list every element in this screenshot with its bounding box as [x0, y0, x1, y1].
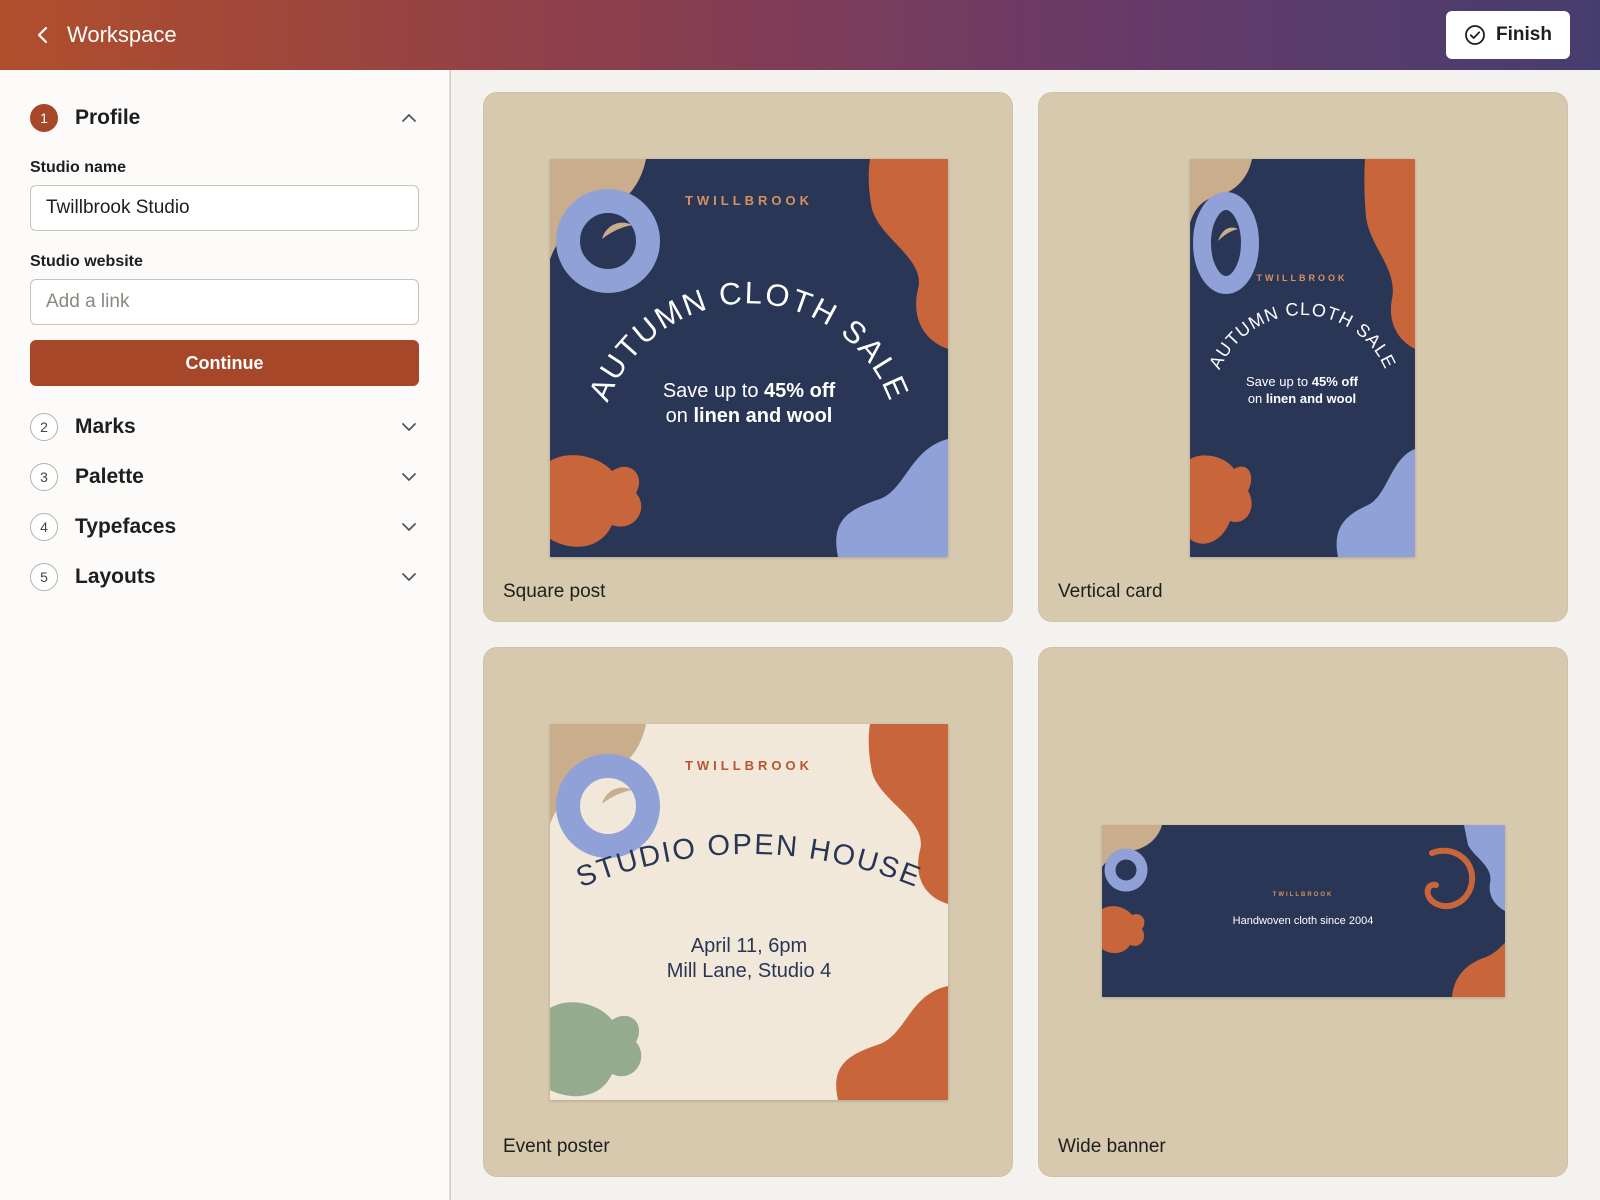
- step-label: Typefaces: [75, 515, 177, 538]
- brand-text: TWILLBROOK: [1257, 273, 1348, 283]
- card-label: Square post: [503, 581, 606, 602]
- step-number: 5: [30, 563, 58, 591]
- step-number: 2: [30, 413, 58, 441]
- event-poster-preview: TWILLBROOK STUDIO OPEN HOUSE April 11, 6…: [550, 724, 948, 1100]
- event-poster-artwork: TWILLBROOK STUDIO OPEN HOUSE April 11, 6…: [550, 724, 948, 1100]
- offer-line-2: on linen and wool: [1248, 391, 1356, 406]
- step-label: Palette: [75, 465, 144, 488]
- offer-line-1: Save up to 45% off: [663, 380, 836, 402]
- card-event-poster[interactable]: TWILLBROOK STUDIO OPEN HOUSE April 11, 6…: [483, 647, 1013, 1177]
- square-post-preview: TWILLBROOK AUTUMN CLOTH SALE Save up to …: [550, 159, 948, 557]
- step-number: 4: [30, 513, 58, 541]
- step-layouts[interactable]: 5 Layouts: [30, 562, 420, 592]
- step-palette[interactable]: 3 Palette: [30, 462, 420, 492]
- studio-name-label: Studio name: [30, 159, 127, 176]
- studio-website-label: Studio website: [30, 253, 143, 270]
- wide-banner-preview: TWILLBROOK Handwoven cloth since 2004: [1102, 825, 1505, 997]
- card-label: Vertical card: [1058, 581, 1163, 602]
- offer-line-2: on linen and wool: [666, 405, 833, 427]
- card-label: Wide banner: [1058, 1136, 1166, 1157]
- step-label: Layouts: [75, 565, 156, 588]
- setup-sidebar: 1 Profile Studio name Studio website Con…: [0, 70, 450, 1200]
- back-button[interactable]: [28, 20, 58, 50]
- wide-banner-artwork: TWILLBROOK Handwoven cloth since 2004: [1102, 825, 1505, 997]
- chevron-down-icon: [402, 573, 416, 581]
- studio-name-input[interactable]: [30, 185, 419, 231]
- card-wide-banner[interactable]: TWILLBROOK Handwoven cloth since 2004 Wi…: [1038, 647, 1568, 1177]
- continue-button[interactable]: Continue: [30, 340, 419, 386]
- vertical-card-artwork: TWILLBROOK AUTUMN CLOTH SALE Save up to …: [1190, 159, 1415, 557]
- vertical-card-preview: TWILLBROOK AUTUMN CLOTH SALE Save up to …: [1190, 159, 1415, 557]
- step-profile[interactable]: 1 Profile: [30, 103, 420, 133]
- workspace-title: Workspace: [67, 22, 177, 47]
- check-circle-icon: [1465, 25, 1485, 45]
- brand-text: TWILLBROOK: [685, 758, 813, 773]
- card-label: Event poster: [503, 1136, 610, 1157]
- chevron-up-icon: [402, 114, 416, 122]
- layout-gallery: TWILLBROOK AUTUMN CLOTH SALE Save up to …: [451, 70, 1600, 1200]
- step-label: Marks: [75, 415, 136, 438]
- step-typefaces[interactable]: 4 Typefaces: [30, 512, 420, 542]
- card-vertical-card[interactable]: TWILLBROOK AUTUMN CLOTH SALE Save up to …: [1038, 92, 1568, 622]
- event-date-text: April 11, 6pm: [691, 935, 807, 957]
- step-label: Profile: [75, 106, 141, 129]
- step-marks[interactable]: 2 Marks: [30, 412, 420, 442]
- offer-line-1: Save up to 45% off: [1246, 374, 1359, 389]
- brand-text: TWILLBROOK: [685, 193, 813, 208]
- chevron-down-icon: [402, 473, 416, 481]
- chevron-down-icon: [402, 423, 416, 431]
- tagline-text: Handwoven cloth since 2004: [1233, 915, 1374, 927]
- chevron-down-icon: [402, 523, 416, 531]
- finish-button[interactable]: Finish: [1446, 11, 1570, 59]
- studio-website-input[interactable]: [30, 279, 419, 325]
- square-post-artwork: TWILLBROOK AUTUMN CLOTH SALE Save up to …: [550, 159, 948, 557]
- event-location-text: Mill Lane, Studio 4: [667, 960, 832, 982]
- card-square-post[interactable]: TWILLBROOK AUTUMN CLOTH SALE Save up to …: [483, 92, 1013, 622]
- brand-text: TWILLBROOK: [1273, 892, 1334, 898]
- step-number: 3: [30, 463, 58, 491]
- chevron-left-icon: [37, 26, 48, 44]
- step-number: 1: [30, 104, 58, 132]
- top-bar: Workspace Finish: [0, 0, 1600, 70]
- finish-label: Finish: [1496, 24, 1552, 45]
